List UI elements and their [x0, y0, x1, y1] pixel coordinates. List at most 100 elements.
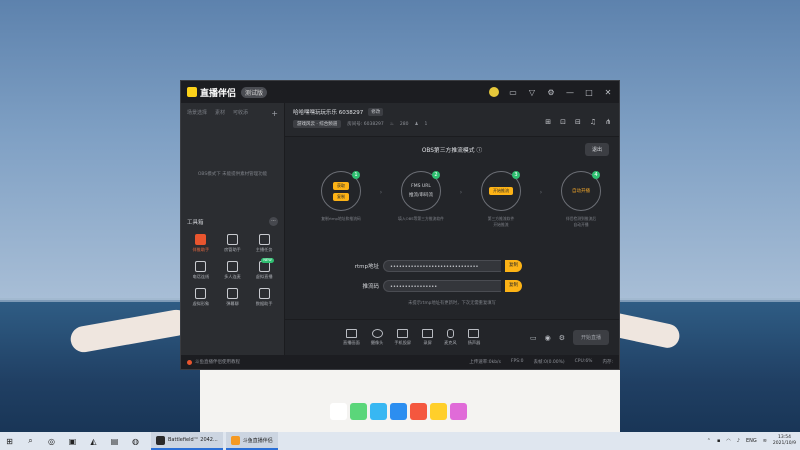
key-label: 推流码 [362, 284, 379, 290]
desktop-dock [330, 400, 476, 422]
share-icon[interactable]: ⋔ [605, 118, 611, 126]
widgets-icon[interactable]: ▣ [67, 436, 78, 447]
key-input[interactable]: •••••••••••••••• [383, 280, 501, 292]
source-record[interactable]: 录屏 [422, 329, 434, 346]
record-video-icon[interactable]: ▭ [530, 334, 537, 342]
dock-app-icon[interactable] [330, 402, 347, 420]
source-screen[interactable]: 直播画面 [343, 329, 360, 346]
help-icon[interactable]: ⓘ [476, 148, 482, 154]
tool-label: 虚拟直播 [255, 274, 273, 279]
dock-app-icon[interactable] [350, 402, 367, 420]
tab-scene[interactable]: 场景选择 [187, 109, 207, 119]
step-number: 2 [432, 171, 440, 179]
windows-start-icon[interactable]: ⊞ [4, 436, 15, 447]
chrome-icon[interactable]: ◍ [130, 436, 141, 447]
category-tag[interactable]: 游戏风云 · 综合频道 [293, 120, 342, 128]
dock-app-icon[interactable] [390, 402, 407, 420]
message-icon[interactable]: ▭ [508, 88, 518, 97]
step-arrow-icon: › [539, 189, 543, 196]
step-line: 自动开播 [572, 189, 590, 194]
tool-item[interactable]: NEW 虚拟直播 [248, 258, 280, 280]
tutorial-link[interactable]: 斗鱼直播伴侣使用教程 [195, 359, 240, 365]
viewers-count: 1 [424, 121, 428, 127]
dock-app-icon[interactable] [450, 402, 467, 420]
taskbar-app-battlefield[interactable]: Battlefield™ 2042... [151, 432, 223, 450]
dock-app-icon[interactable] [430, 402, 447, 420]
tool-item[interactable]: 数据助手 [248, 288, 280, 307]
copy-key-button[interactable]: 复制 [505, 280, 522, 292]
explorer-icon[interactable]: ▤ [109, 436, 120, 447]
tool-item[interactable]: 电话连线 [185, 261, 217, 280]
dock-app-icon[interactable] [410, 402, 427, 420]
edit-title-button[interactable]: 修改 [368, 108, 384, 116]
preview-eye-icon[interactable]: ◉ [545, 334, 551, 342]
tool-icon [258, 288, 270, 299]
copy-rtmp-button[interactable]: 复制 [505, 260, 522, 272]
tool-item[interactable]: 主播任务 [248, 234, 280, 253]
system-tray: ⌃ ▪ ◠ ♪ ENG ≋ 13:54 2021/10/9 [707, 435, 796, 447]
lang-indicator[interactable]: ENG [746, 438, 757, 444]
source-camera[interactable]: 摄像头 [371, 329, 383, 346]
close-icon[interactable]: ✕ [603, 88, 613, 97]
taskbar: ⊞ ⌕ ◎ ▣ ◭ ▤ ◍ Battlefield™ 2042... 斗鱼直播伴… [0, 432, 800, 450]
wifi-icon[interactable]: ≋ [763, 438, 767, 444]
exit-mode-button[interactable]: 退出 [584, 143, 609, 156]
settings-icon[interactable]: ⚙ [546, 88, 556, 97]
step-item: 4 自动开播 伴侣检测到推流后 自动开播 [551, 171, 611, 228]
room-id: 房间号: 6038297 [347, 122, 384, 127]
screen-icon[interactable]: ⊟ [575, 118, 581, 126]
douyu-app-icon [230, 435, 240, 445]
room-title: 哈哈嘿嘿玩玩乐乐 6038297 [293, 110, 364, 116]
tool-item[interactable]: 虚拟形象 [185, 288, 217, 307]
avatar-icon[interactable] [489, 87, 499, 97]
start-live-button[interactable]: 开始直播 [572, 330, 609, 345]
tray-chevron-icon[interactable]: ⌃ [707, 438, 711, 444]
search-icon[interactable]: ⌕ [25, 436, 36, 447]
source-phone[interactable]: 手机投屏 [394, 329, 411, 346]
tool-item[interactable]: 多人连麦 [217, 261, 249, 280]
bell-icon[interactable]: ♫ [590, 118, 596, 126]
bottom-right-actions: ▭ ◉ ⚙ 开始直播 [530, 330, 609, 345]
tool-item[interactable]: 伴推助手 [185, 234, 217, 253]
tool-icon [195, 234, 207, 245]
status-stat: 内存: [602, 360, 613, 365]
tool-item[interactable]: 弹幕聊 [217, 288, 249, 307]
step-line: 获取 [333, 181, 349, 190]
tab-material[interactable]: 素材 [215, 109, 225, 119]
store-icon[interactable]: ◭ [88, 436, 99, 447]
rtmp-input[interactable]: •••••••••••••••••••••••••••••• [383, 260, 501, 272]
mic-control[interactable]: 麦克风 [444, 329, 457, 346]
source-screen-label: 直播画面 [343, 340, 360, 345]
step-arrow-icon: › [459, 189, 463, 196]
battlefield-icon [156, 435, 165, 445]
tool-label: 弹幕聊 [226, 301, 239, 306]
maximize-icon[interactable]: □ [584, 88, 594, 97]
gift-icon[interactable]: ⊞ [545, 118, 551, 126]
gear-icon[interactable]: ⚙ [559, 334, 565, 342]
toolbox-more-button[interactable]: ··· [269, 217, 278, 226]
source-phone-label: 手机投屏 [394, 340, 412, 345]
tool-label: 伴推助手 [192, 247, 210, 252]
tab-addable[interactable]: 可收添 [233, 109, 248, 119]
lock-icon[interactable]: ⊡ [560, 118, 566, 126]
shirt-icon[interactable]: ▽ [527, 88, 537, 97]
volume-icon[interactable]: ♪ [737, 438, 740, 444]
tray-app-icon[interactable]: ▪ [717, 438, 720, 444]
microphone-icon [446, 329, 454, 338]
taskbar-clock[interactable]: 13:54 2021/10/9 [773, 435, 796, 447]
task-view-icon[interactable]: ◎ [46, 436, 57, 447]
tool-item[interactable]: 房管助手 [217, 234, 249, 253]
version-badge[interactable]: 测试版 [241, 86, 268, 98]
stream-note: 未提示rtmp地址有更新时，下次无需重复填写 [408, 301, 496, 306]
camera-icon [371, 329, 383, 338]
speaker-control[interactable]: 扬声器 [468, 329, 480, 346]
add-scene-button[interactable]: + [271, 109, 278, 119]
dock-app-icon[interactable] [370, 402, 387, 420]
tool-label: 虚拟形象 [192, 301, 210, 306]
minimize-icon[interactable]: — [565, 88, 575, 97]
mic-label: 麦克风 [444, 340, 457, 345]
taskbar-app-douyu[interactable]: 斗鱼直播伴侣 [225, 432, 278, 450]
speaker-icon [468, 329, 480, 338]
network-icon[interactable]: ◠ [726, 438, 730, 444]
status-stats: 上传速率:0kb/s FPS:0 丢帧:0(0.00%) CPU:6% 内存: [469, 359, 613, 365]
